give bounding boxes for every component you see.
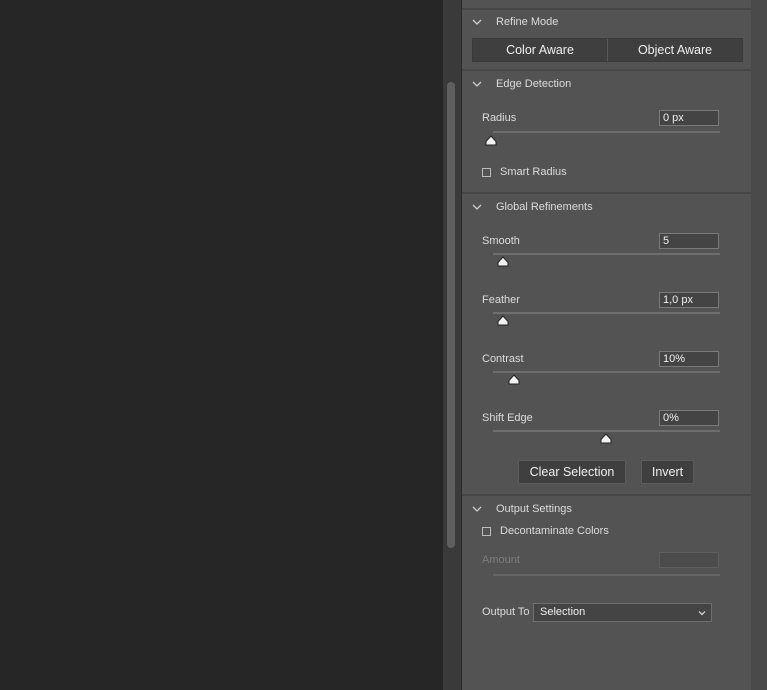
shift-edge-label: Shift Edge xyxy=(482,412,533,424)
radius-slider-track[interactable] xyxy=(493,131,720,133)
chevron-down-icon[interactable] xyxy=(472,202,482,212)
contrast-slider-thumb-icon[interactable] xyxy=(508,374,520,385)
feather-label: Feather xyxy=(482,294,520,306)
shift-edge-input[interactable]: 0% xyxy=(659,410,719,426)
smart-radius-checkbox[interactable] xyxy=(482,168,491,177)
output-to-label: Output To xyxy=(482,606,530,618)
contrast-input[interactable]: 10% xyxy=(659,351,719,367)
chevron-down-icon[interactable] xyxy=(472,17,482,27)
decontaminate-colors-checkbox[interactable] xyxy=(482,527,491,536)
contrast-slider-track[interactable] xyxy=(493,371,720,373)
section-divider xyxy=(462,69,751,71)
amount-slider-track xyxy=(493,574,720,576)
section-title: Global Refinements xyxy=(496,201,593,213)
refine-mode-toggle[interactable]: Color Aware Object Aware xyxy=(472,38,743,62)
smart-radius-label: Smart Radius xyxy=(500,166,567,178)
amount-input xyxy=(659,552,719,568)
contrast-label: Contrast xyxy=(482,353,524,365)
smooth-slider-thumb-icon[interactable] xyxy=(497,256,509,267)
chevron-down-icon[interactable] xyxy=(472,79,482,89)
feather-slider-thumb-icon[interactable] xyxy=(497,315,509,326)
section-divider xyxy=(462,8,751,10)
object-aware-button[interactable]: Object Aware xyxy=(607,39,742,61)
section-divider xyxy=(462,192,751,194)
decontaminate-colors-label: Decontaminate Colors xyxy=(500,525,609,537)
shift-edge-slider-thumb-icon[interactable] xyxy=(600,433,612,444)
smooth-input[interactable]: 5 xyxy=(659,233,719,249)
radius-label: Radius xyxy=(482,112,517,124)
feather-slider-track[interactable] xyxy=(493,312,720,314)
scrollbar-thumb[interactable] xyxy=(447,82,455,548)
smooth-label: Smooth xyxy=(482,235,520,247)
properties-panel xyxy=(462,0,751,690)
section-divider xyxy=(462,494,751,496)
output-to-value: Selection xyxy=(540,606,586,618)
chevron-down-icon xyxy=(698,611,706,616)
output-to-dropdown[interactable]: Selection xyxy=(533,603,712,622)
chevron-down-icon[interactable] xyxy=(472,504,482,514)
section-title: Refine Mode xyxy=(496,16,559,28)
section-title: Edge Detection xyxy=(496,78,572,90)
smooth-slider-track[interactable] xyxy=(493,253,720,255)
radius-slider-thumb-icon[interactable] xyxy=(485,135,497,146)
section-title: Output Settings xyxy=(496,503,572,515)
amount-label: Amount xyxy=(482,554,520,566)
feather-input[interactable]: 1,0 px xyxy=(659,292,719,308)
panel-edge xyxy=(751,0,767,690)
clear-selection-button[interactable]: Clear Selection xyxy=(518,460,626,484)
shift-edge-slider-track[interactable] xyxy=(493,430,720,432)
radius-input[interactable]: 0 px xyxy=(659,110,719,126)
color-aware-button[interactable]: Color Aware xyxy=(473,39,607,61)
document-canvas xyxy=(0,0,443,690)
invert-button[interactable]: Invert xyxy=(641,460,694,484)
